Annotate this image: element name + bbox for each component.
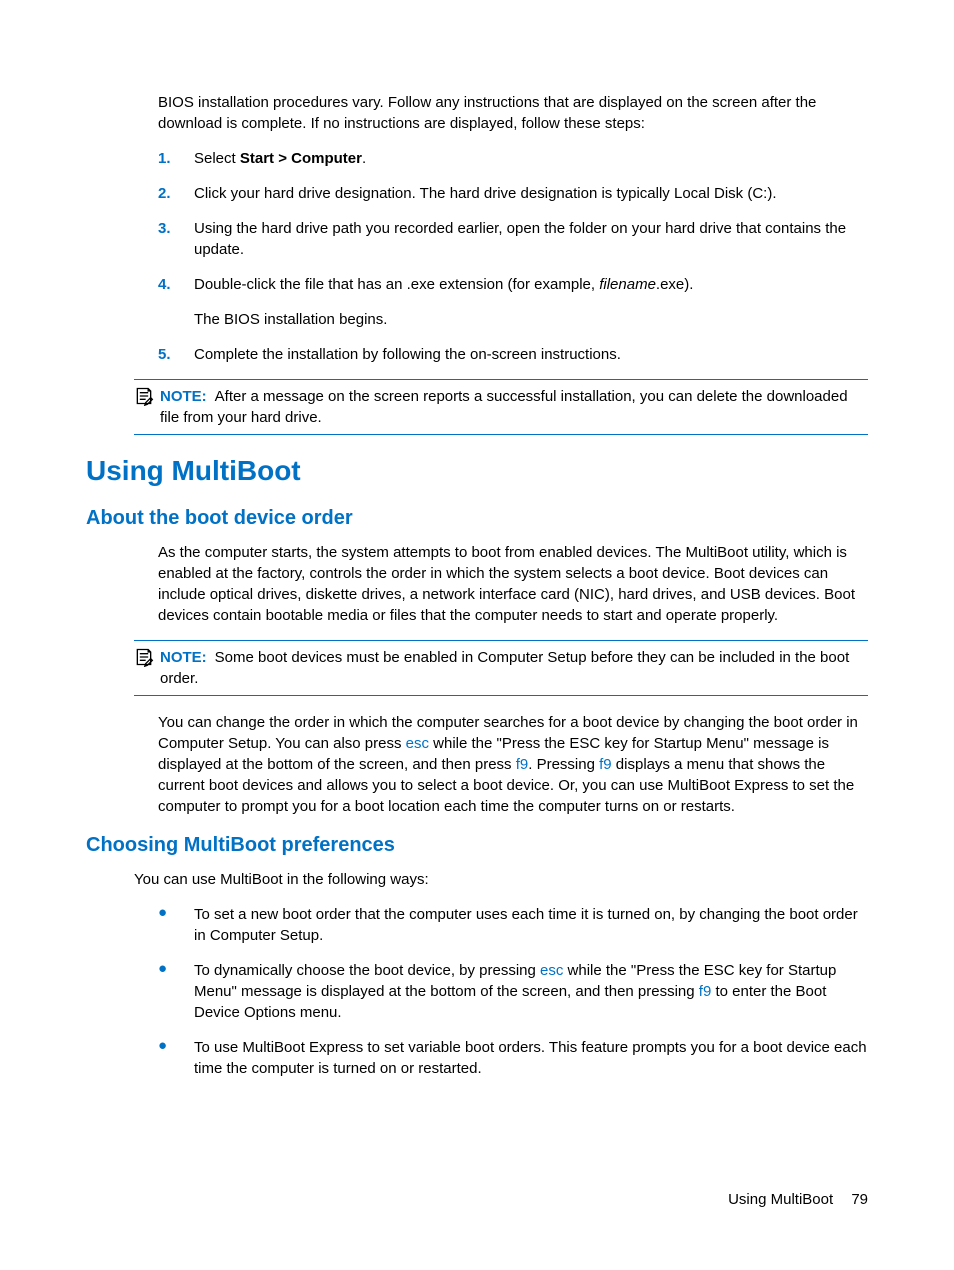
step-text: Double-click the file that has an .exe e… (194, 274, 868, 330)
key-f9: f9 (599, 756, 612, 773)
note-icon (134, 647, 156, 667)
list-text: To use MultiBoot Express to set variable… (194, 1037, 868, 1079)
list-item: ● To use MultiBoot Express to set variab… (158, 1037, 868, 1079)
step-4: 4. Double-click the file that has an .ex… (158, 274, 868, 330)
bullet-icon: ● (158, 904, 194, 922)
step-1: 1. Select Start > Computer. (158, 148, 868, 169)
step-number: 1. (158, 148, 194, 169)
step-number: 3. (158, 218, 194, 239)
note-icon (134, 386, 156, 406)
key-esc: esc (406, 735, 429, 752)
step-3: 3. Using the hard drive path you recorde… (158, 218, 868, 260)
list-item: ● To set a new boot order that the compu… (158, 904, 868, 946)
change-order-paragraph: You can change the order in which the co… (158, 712, 868, 817)
step-5: 5. Complete the installation by followin… (158, 344, 868, 365)
note-block: NOTE:After a message on the screen repor… (134, 379, 868, 435)
list-text: To set a new boot order that the compute… (194, 904, 868, 946)
preferences-list: ● To set a new boot order that the compu… (158, 904, 868, 1079)
boot-order-paragraph: As the computer starts, the system attem… (158, 542, 868, 626)
step-text: Using the hard drive path you recorded e… (194, 218, 868, 260)
step-text: Click your hard drive designation. The h… (194, 183, 868, 204)
heading-using-multiboot: Using MultiBoot (86, 451, 868, 490)
bullet-icon: ● (158, 960, 194, 978)
note-text: NOTE:After a message on the screen repor… (160, 386, 868, 428)
page-footer: Using MultiBoot 79 (728, 1189, 868, 1210)
step-2: 2. Click your hard drive designation. Th… (158, 183, 868, 204)
step-number: 2. (158, 183, 194, 204)
page-number: 79 (851, 1191, 868, 1208)
footer-section: Using MultiBoot (728, 1191, 833, 1208)
step-text: Select Start > Computer. (194, 148, 868, 169)
list-text: To dynamically choose the boot device, b… (194, 960, 868, 1023)
note-block: NOTE:Some boot devices must be enabled i… (134, 640, 868, 696)
heading-choosing-preferences: Choosing MultiBoot preferences (86, 831, 868, 859)
key-f9: f9 (699, 983, 712, 1000)
step-number: 4. (158, 274, 194, 295)
key-esc: esc (540, 962, 563, 979)
list-item: ● To dynamically choose the boot device,… (158, 960, 868, 1023)
key-f9: f9 (516, 756, 529, 773)
note-text: NOTE:Some boot devices must be enabled i… (160, 647, 868, 689)
step-subtext: The BIOS installation begins. (194, 309, 868, 330)
step-text: Complete the installation by following t… (194, 344, 868, 365)
step-number: 5. (158, 344, 194, 365)
heading-about-boot-order: About the boot device order (86, 504, 868, 532)
intro-paragraph: BIOS installation procedures vary. Follo… (158, 92, 868, 134)
preferences-intro: You can use MultiBoot in the following w… (134, 869, 868, 890)
bullet-icon: ● (158, 1037, 194, 1055)
steps-list: 1. Select Start > Computer. 2. Click you… (158, 148, 868, 365)
